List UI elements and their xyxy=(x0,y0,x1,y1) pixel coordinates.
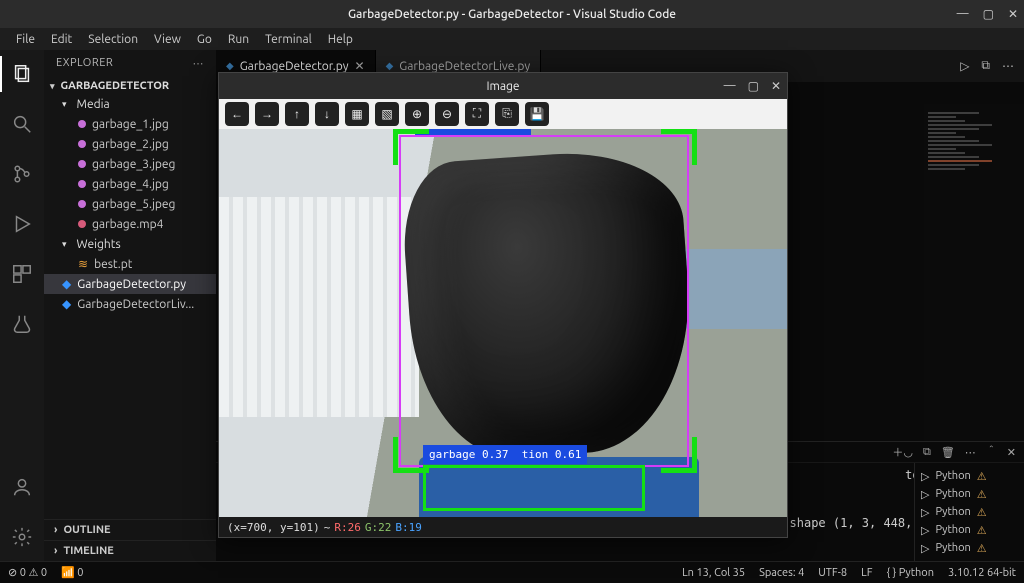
python-icon: ◆ xyxy=(226,60,234,72)
file-item[interactable]: garbage_5.jpeg xyxy=(44,194,216,214)
opencv-title: Image xyxy=(486,80,519,93)
cv-close-icon[interactable]: ✕ xyxy=(771,79,781,93)
copy-icon[interactable]: ⎘ xyxy=(495,102,519,126)
status-bar: ⊘ 0 ⚠ 0 📶 0 Ln 13, Col 35 Spaces: 4 UTF-… xyxy=(0,561,1024,583)
menu-terminal[interactable]: Terminal xyxy=(257,31,320,48)
project-folder[interactable]: GARBAGEDETECTOR xyxy=(44,78,216,94)
timeline-section[interactable]: TIMELINE xyxy=(44,540,216,561)
menu-file[interactable]: File xyxy=(8,31,43,48)
corner-icon xyxy=(661,437,697,473)
image-alt-icon[interactable]: ▧ xyxy=(375,102,399,126)
file-garbagedetector[interactable]: ◆GarbageDetector.py xyxy=(44,274,216,294)
activity-bar xyxy=(0,50,44,561)
split-editor-icon[interactable]: ⧉ xyxy=(981,59,990,73)
corner-icon xyxy=(661,129,697,165)
run-button-icon[interactable]: ▷ xyxy=(960,59,969,73)
menu-view[interactable]: View xyxy=(146,31,189,48)
nav-up-icon[interactable]: ↑ xyxy=(285,102,309,126)
image-icon[interactable]: ▦ xyxy=(345,102,369,126)
terminal-more-icon[interactable]: ⋯ xyxy=(965,446,976,459)
opencv-status: (x=700, y=101) ~ R:26 G:22 B:19 xyxy=(219,517,787,537)
explorer-sidebar: EXPLORER ⋯ GARBAGEDETECTOR Media garbage… xyxy=(44,50,216,561)
terminal-close-icon[interactable]: ✕ xyxy=(1007,446,1016,459)
nav-down-icon[interactable]: ↓ xyxy=(315,102,339,126)
status-spaces[interactable]: Spaces: 4 xyxy=(759,567,804,579)
file-item[interactable]: ≋best.pt xyxy=(44,254,216,274)
menu-bar: File Edit Selection View Go Run Terminal… xyxy=(0,28,1024,50)
terminal-instance[interactable]: ▷Python⚠ xyxy=(921,539,1018,557)
zoom-in-icon[interactable]: ⊕ xyxy=(405,102,429,126)
close-tab-icon[interactable]: ✕ xyxy=(355,59,365,73)
opencv-image: garbage 0.37 tion 0.61 xyxy=(219,129,787,517)
detection-bbox-large xyxy=(399,135,689,467)
explorer-more-icon[interactable]: ⋯ xyxy=(193,57,205,70)
cv-maximize-icon[interactable]: ▢ xyxy=(748,79,759,93)
activity-scm-icon[interactable] xyxy=(0,156,44,192)
cv-minimize-icon[interactable]: — xyxy=(724,79,736,93)
terminal-max-icon[interactable]: ＾ xyxy=(986,444,997,460)
status-eol[interactable]: LF xyxy=(861,567,872,579)
file-item[interactable]: garbage.mp4 xyxy=(44,214,216,234)
python-icon: ◆ xyxy=(386,60,394,72)
fit-icon[interactable]: ⛶ xyxy=(465,102,489,126)
detection-label: garbage 0.37 tion 0.61 xyxy=(423,445,587,464)
terminal-instance[interactable]: ▷Python⚠ xyxy=(921,467,1018,485)
window-title: GarbageDetector.py - GarbageDetector - V… xyxy=(348,8,676,21)
activity-run-icon[interactable] xyxy=(0,206,44,242)
nav-back-icon[interactable]: ← xyxy=(225,102,249,126)
terminal-kill-icon[interactable]: 🗑 xyxy=(941,446,955,459)
folder-media[interactable]: Media xyxy=(44,94,216,114)
activity-explorer-icon[interactable] xyxy=(0,56,44,92)
tab-more-icon[interactable]: ⋯ xyxy=(1002,59,1014,73)
terminal-instance[interactable]: ▷Python⚠ xyxy=(921,521,1018,539)
detection-bbox-small xyxy=(423,465,645,511)
save-icon[interactable]: 💾 xyxy=(525,102,549,126)
minimap[interactable] xyxy=(924,104,1024,441)
activity-account-icon[interactable] xyxy=(0,469,44,505)
activity-search-icon[interactable] xyxy=(0,106,44,142)
terminal-instance[interactable]: ▷Python⚠ xyxy=(921,485,1018,503)
activity-testing-icon[interactable] xyxy=(0,306,44,342)
title-bar: GarbageDetector.py - GarbageDetector - V… xyxy=(0,0,1024,28)
file-item[interactable]: garbage_2.jpg xyxy=(44,134,216,154)
file-item[interactable]: garbage_3.jpeg xyxy=(44,154,216,174)
folder-weights[interactable]: Weights xyxy=(44,234,216,254)
opencv-toolbar: ← → ↑ ↓ ▦ ▧ ⊕ ⊖ ⛶ ⎘ 💾 xyxy=(219,99,787,129)
window-minimize-icon[interactable]: — xyxy=(957,7,969,21)
terminal-split-icon[interactable]: ⧉ xyxy=(923,446,931,459)
status-encoding[interactable]: UTF-8 xyxy=(818,567,847,579)
explorer-title: EXPLORER xyxy=(56,57,113,69)
menu-run[interactable]: Run xyxy=(220,31,257,48)
zoom-out-icon[interactable]: ⊖ xyxy=(435,102,459,126)
activity-settings-icon[interactable] xyxy=(0,519,44,555)
status-errors[interactable]: ⊘ 0 ⚠ 0 xyxy=(8,566,47,579)
file-item[interactable]: garbage_1.jpg xyxy=(44,114,216,134)
status-language[interactable]: { } Python xyxy=(887,567,935,579)
outline-section[interactable]: OUTLINE xyxy=(44,519,216,540)
file-item[interactable]: garbage_4.jpg xyxy=(44,174,216,194)
status-ports[interactable]: 📶 0 xyxy=(61,566,83,579)
opencv-window[interactable]: Image — ▢ ✕ ← → ↑ ↓ ▦ ▧ ⊕ ⊖ ⛶ ⎘ 💾 garbag… xyxy=(218,72,788,538)
status-lncol[interactable]: Ln 13, Col 35 xyxy=(682,567,745,579)
activity-extensions-icon[interactable] xyxy=(0,256,44,292)
menu-edit[interactable]: Edit xyxy=(43,31,80,48)
file-garbagedetector-live[interactable]: ◆GarbageDetectorLiv... xyxy=(44,294,216,314)
window-close-icon[interactable]: ✕ xyxy=(1008,7,1018,21)
terminal-side-list: ▷Python⚠ ▷Python⚠ ▷Python⚠ ▷Python⚠ ▷Pyt… xyxy=(914,463,1024,561)
menu-selection[interactable]: Selection xyxy=(80,31,146,48)
status-interpreter[interactable]: 3.10.12 64-bit xyxy=(948,567,1016,579)
terminal-instance[interactable]: ▷Python⚠ xyxy=(921,503,1018,521)
terminal-new-icon[interactable]: ＋◡ xyxy=(892,444,913,460)
corner-icon xyxy=(393,129,429,165)
nav-forward-icon[interactable]: → xyxy=(255,102,279,126)
menu-help[interactable]: Help xyxy=(320,31,361,48)
window-maximize-icon[interactable]: ▢ xyxy=(983,7,994,21)
menu-go[interactable]: Go xyxy=(189,31,220,48)
